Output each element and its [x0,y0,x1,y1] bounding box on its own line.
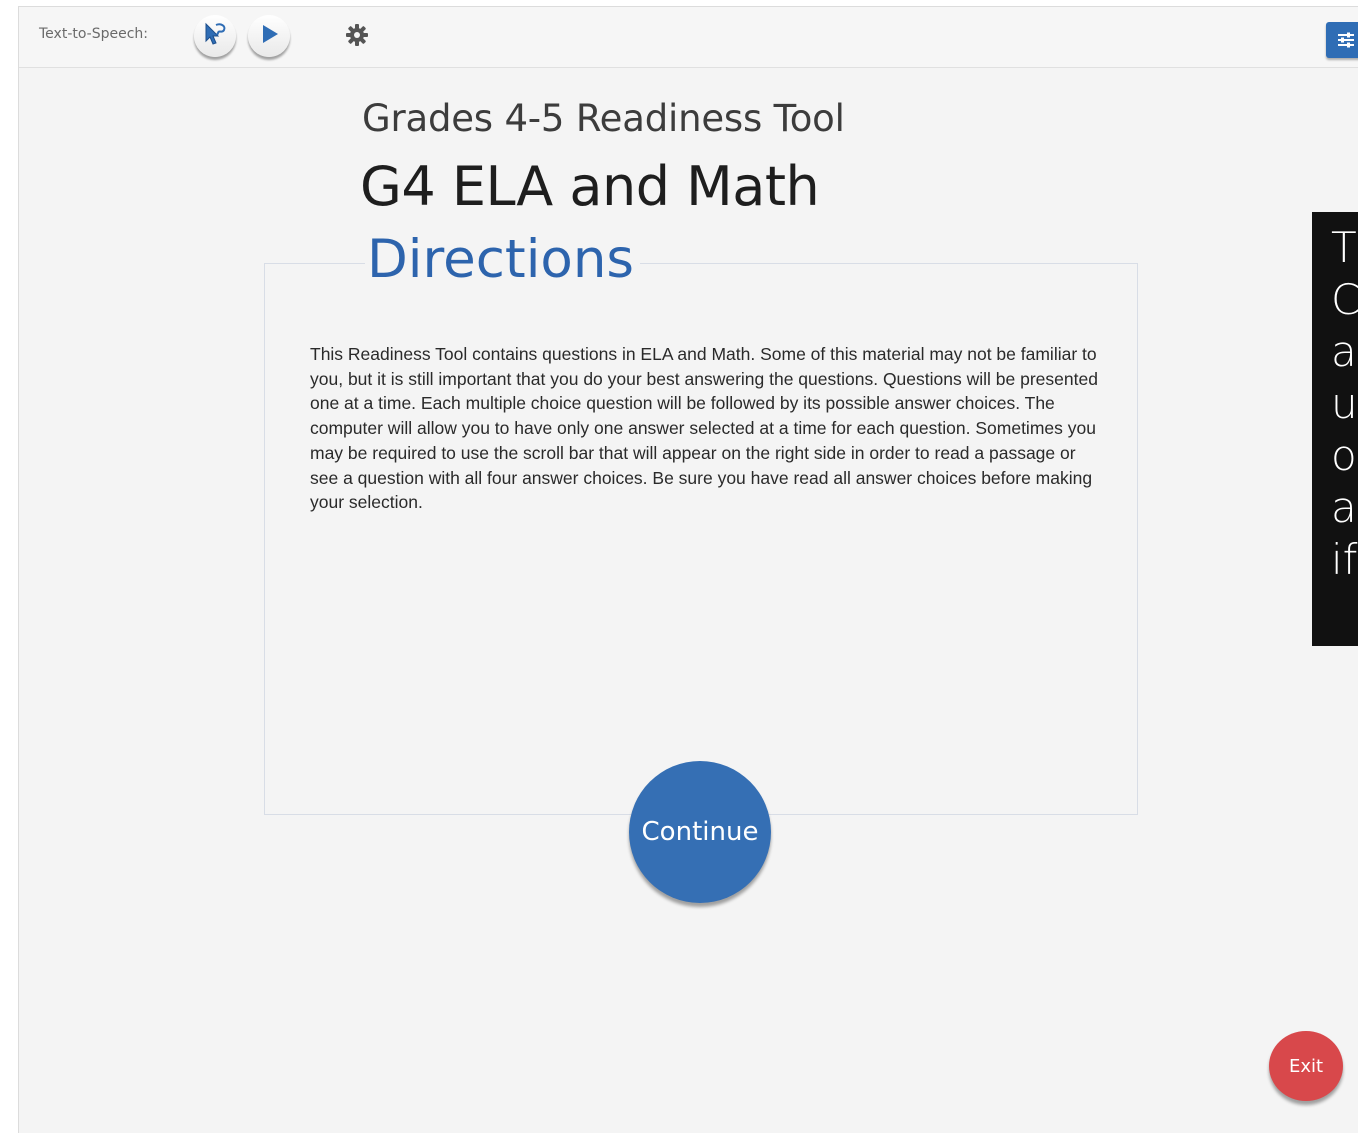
speak-selection-icon [202,21,228,51]
side-line: o [1331,431,1357,480]
directions-heading: Directions [365,229,641,290]
side-line: al [1331,327,1358,376]
directions-text: This Readiness Tool contains questions i… [310,344,1098,513]
toolbar: Text-to-Speech: [19,7,1358,68]
play-button[interactable] [248,15,290,57]
play-icon [257,22,281,50]
app-window: Text-to-Speech: Grades 4-5 Readiness Too… [18,6,1358,1133]
page-subtitle: Grades 4-5 Readiness Tool [362,97,845,140]
page-title: G4 ELA and Math [360,155,820,218]
side-line: u [1331,379,1358,428]
menu-button[interactable] [1326,22,1358,58]
speak-selection-button[interactable] [194,15,236,57]
tts-label: Text-to-Speech: [39,26,149,42]
side-line: C [1331,275,1358,324]
side-panel-text: T C al u o a if [1331,222,1358,586]
exit-button[interactable]: Exit [1269,1031,1343,1101]
side-line: T [1331,223,1357,272]
continue-button[interactable]: Continue [629,761,771,903]
side-line: a [1331,483,1357,532]
side-line: if [1331,535,1358,584]
gear-icon[interactable] [345,23,369,47]
side-panel: T C al u o a if [1312,212,1358,646]
